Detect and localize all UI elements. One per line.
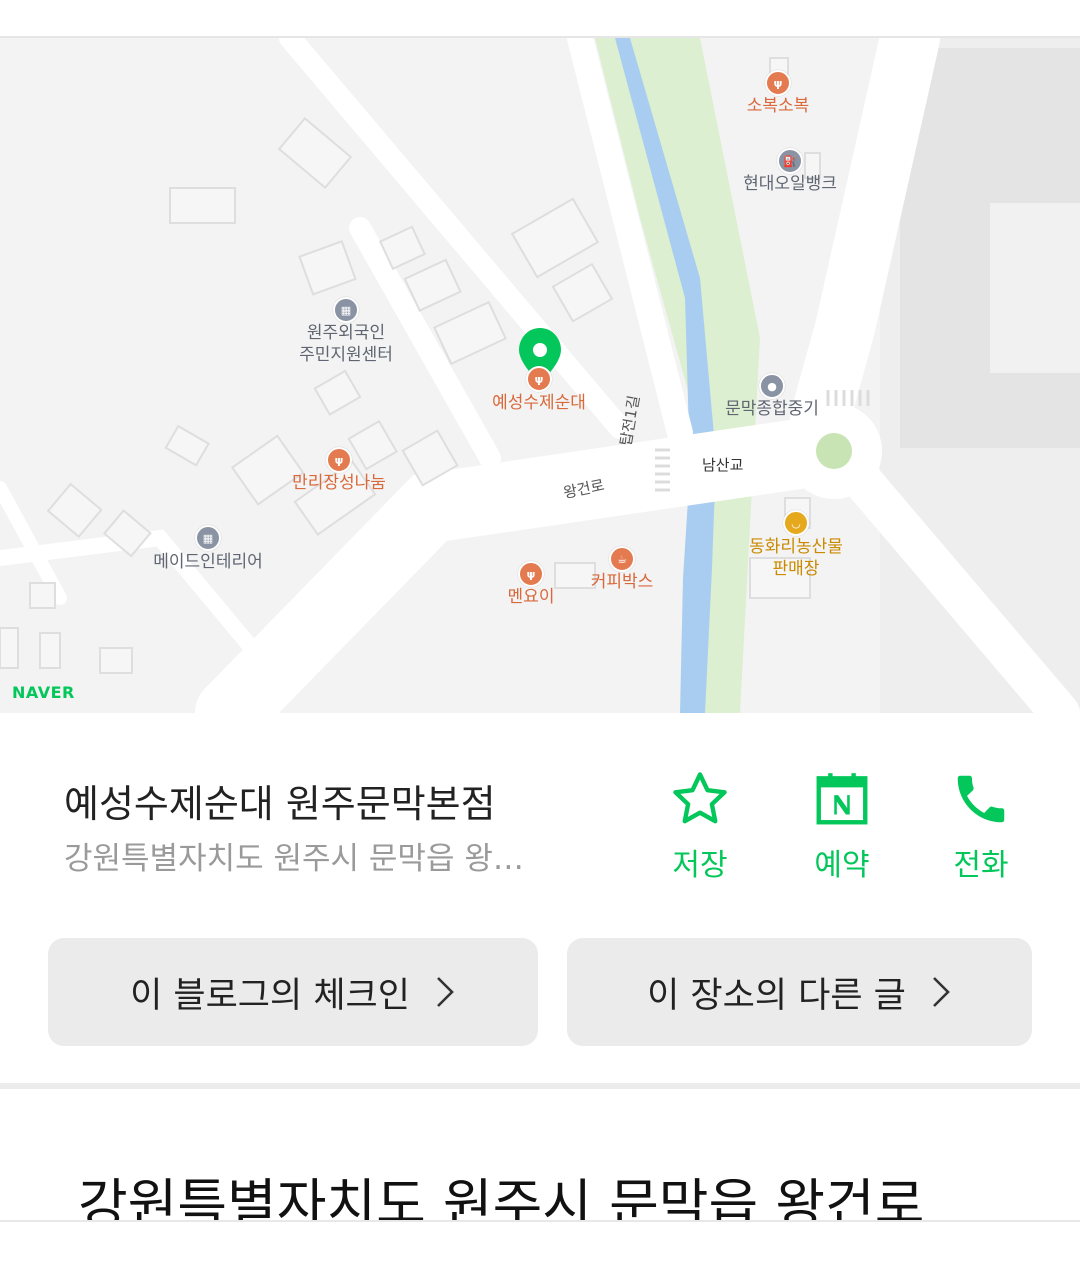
- poi-label-selected[interactable]: 예성수제순대: [492, 392, 586, 414]
- save-button[interactable]: 저장: [640, 768, 760, 884]
- company-icon[interactable]: ●: [759, 373, 785, 399]
- call-button[interactable]: 전화: [921, 768, 1041, 884]
- restaurant-icon[interactable]: ψ: [765, 70, 791, 96]
- top-bar: [0, 0, 1080, 38]
- poi-label[interactable]: 문막종합중기: [725, 398, 819, 420]
- naver-logo: NAVER: [12, 683, 75, 702]
- phone-icon: [957, 775, 1005, 823]
- chevron-right-icon: [437, 977, 454, 1007]
- poi-label[interactable]: 메이드인테리어: [153, 551, 262, 573]
- restaurant-icon[interactable]: ψ: [518, 561, 544, 587]
- poi-label[interactable]: 커피박스: [591, 571, 654, 593]
- market-basket-icon[interactable]: ◡: [783, 510, 809, 536]
- poi-label[interactable]: 현대오일뱅크: [743, 173, 837, 195]
- bottom-toolbar: [0, 1220, 1080, 1276]
- poi-label[interactable]: 멘요이: [508, 586, 555, 608]
- chevron-right-icon: [932, 977, 950, 1007]
- cafe-icon[interactable]: ☕: [609, 546, 635, 572]
- restaurant-icon[interactable]: ψ: [326, 447, 352, 473]
- place-card: 예성수제순대 원주문막본점 강원특별자치도 원주시 문막읍 왕… 저장 예약 전…: [0, 713, 1080, 1083]
- place-title[interactable]: 예성수제순대 원주문막본점: [64, 773, 496, 828]
- map-view[interactable]: ψ ⛽ ▦ ψ ● ψ ▦ ◡ ψ ☕ 소복소복 현대오일뱅크 원주외국인 주민…: [0, 38, 1080, 713]
- other-posts-button[interactable]: 이 장소의 다른 글: [567, 938, 1032, 1046]
- bridge-label: 남산교: [702, 456, 744, 474]
- naver-booking-icon: [816, 773, 868, 825]
- save-label: 저장: [672, 848, 728, 883]
- poi-label[interactable]: 동화리농산물 판매장: [749, 536, 843, 580]
- other-posts-label: 이 장소의 다른 글: [647, 975, 906, 1016]
- blog-checkin-button[interactable]: 이 블로그의 체크인: [48, 938, 538, 1046]
- poi-label[interactable]: 만리장성나눔: [292, 472, 386, 494]
- poi-label[interactable]: 원주외국인 주민지원센터: [299, 322, 393, 366]
- star-icon: [673, 772, 727, 824]
- building-icon[interactable]: ▦: [195, 525, 221, 551]
- reserve-label: 예약: [814, 848, 870, 883]
- poi-label[interactable]: 소복소복: [747, 95, 810, 117]
- call-label: 전화: [953, 848, 1009, 883]
- gas-station-icon[interactable]: ⛽: [777, 148, 803, 174]
- restaurant-icon[interactable]: ψ: [526, 366, 552, 392]
- building-icon[interactable]: ▦: [333, 297, 359, 323]
- section-divider: [0, 1083, 1080, 1089]
- blog-checkin-label: 이 블로그의 체크인: [130, 975, 410, 1016]
- reserve-button[interactable]: 예약: [782, 768, 902, 884]
- place-address[interactable]: 강원특별자치도 원주시 문막읍 왕…: [64, 833, 569, 878]
